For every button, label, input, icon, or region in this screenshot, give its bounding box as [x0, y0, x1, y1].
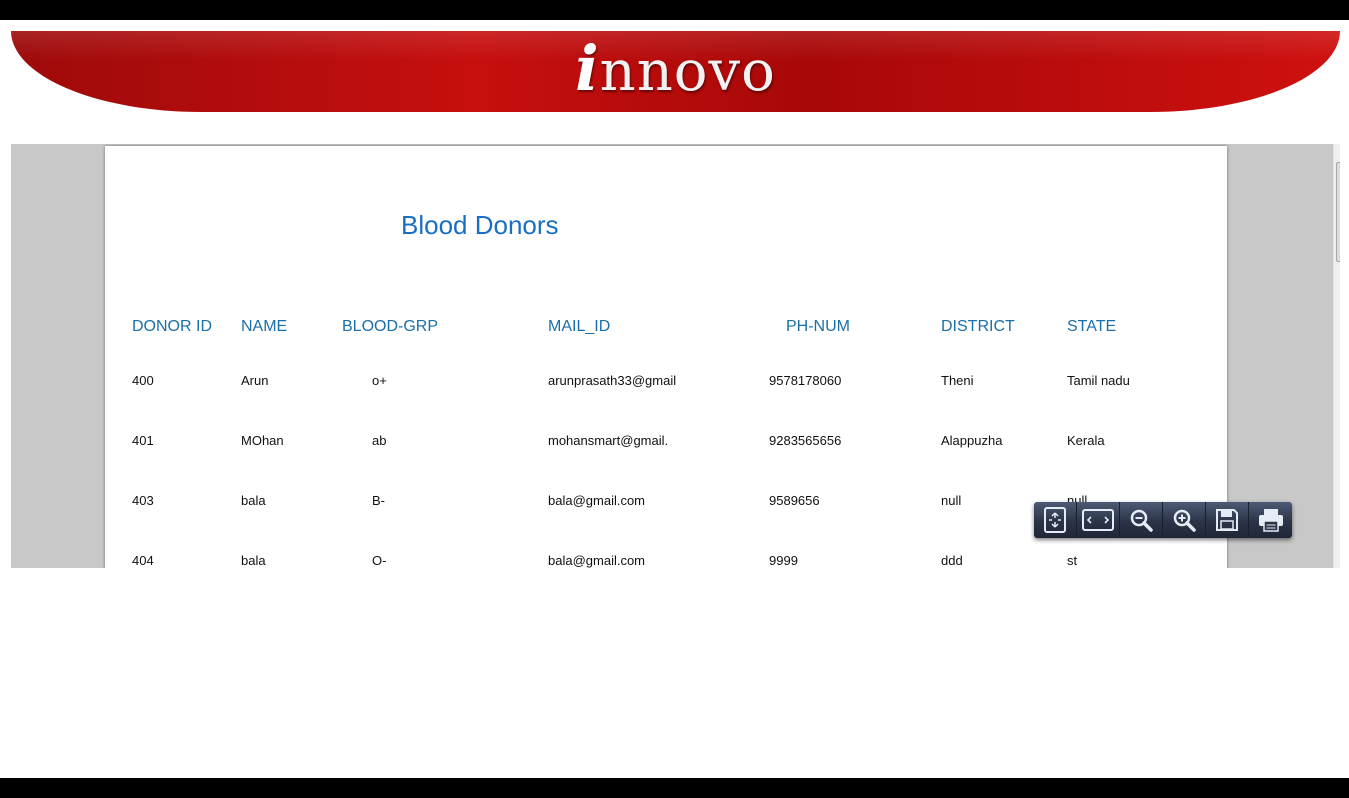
column-header-state: STATE [1067, 318, 1117, 335]
cell-mail-id: arunprasath33@gmail [548, 373, 677, 388]
cell-district: ddd [941, 553, 963, 568]
cell-donor-id: 403 [132, 493, 154, 508]
column-header-district: DISTRICT [941, 318, 1015, 335]
cell-blood-grp: o+ [372, 373, 387, 388]
zoom-in-button[interactable] [1163, 502, 1206, 538]
cell-state: Kerala [1067, 433, 1105, 448]
header-banner: innovo [11, 31, 1340, 112]
vertical-scrollbar[interactable]: ▲ ▼ [1333, 144, 1340, 568]
zoom-out-icon [1130, 509, 1153, 532]
viewer-toolbar [1034, 502, 1292, 538]
column-header-blood-grp: BLOOD-GRP [342, 318, 439, 335]
print-icon [1258, 509, 1283, 532]
fit-width-icon [1082, 509, 1114, 531]
cell-state: Tamil nadu [1067, 373, 1130, 388]
print-button[interactable] [1249, 502, 1292, 538]
zoom-in-icon [1173, 509, 1196, 532]
cell-mail-id: bala@gmail.com [548, 493, 646, 508]
cell-mail-id: mohansmart@gmail. [548, 433, 669, 448]
scrollbar-thumb[interactable] [1336, 162, 1340, 262]
cell-blood-grp: B- [372, 493, 385, 508]
cell-district: null [941, 493, 962, 508]
cell-name: bala [241, 493, 266, 508]
column-header-mail-id: MAIL_ID [548, 318, 611, 335]
cell-mail-id: bala@gmail.com [548, 553, 646, 568]
fit-width-button[interactable] [1077, 502, 1120, 538]
cell-blood-grp: ab [372, 433, 387, 448]
top-black-bar [0, 0, 1349, 20]
cell-ph-num: 9578178060 [769, 373, 842, 388]
cell-state: st [1067, 553, 1078, 568]
report-title: Blood Donors [401, 210, 559, 240]
save-button[interactable] [1206, 502, 1249, 538]
cell-ph-num: 9589656 [769, 493, 820, 508]
column-header-ph-num: PH-NUM [786, 318, 850, 335]
column-header-donor-id: DONOR ID [132, 318, 212, 335]
cell-name: Arun [241, 373, 269, 388]
cell-name: bala [241, 553, 266, 568]
scroll-down-arrow-icon[interactable]: ▼ [1334, 552, 1340, 568]
cell-blood-grp: O- [372, 553, 387, 568]
cell-donor-id: 400 [132, 373, 154, 388]
cell-ph-num: 9283565656 [769, 433, 842, 448]
cell-name: MOhan [241, 433, 284, 448]
fit-page-button[interactable] [1034, 502, 1077, 538]
scroll-up-arrow-icon[interactable]: ▲ [1334, 144, 1340, 160]
cell-district: Theni [941, 373, 974, 388]
cell-district: Alappuzha [941, 433, 1003, 448]
cell-donor-id: 404 [132, 553, 154, 568]
column-header-name: NAME [241, 318, 288, 335]
save-icon [1216, 509, 1238, 531]
innovo-logo: innovo [575, 32, 776, 105]
fit-page-icon [1044, 507, 1066, 533]
cell-ph-num: 9999 [769, 553, 798, 568]
zoom-out-button[interactable] [1120, 502, 1163, 538]
cell-donor-id: 401 [132, 433, 154, 448]
bottom-black-bar [0, 778, 1349, 798]
